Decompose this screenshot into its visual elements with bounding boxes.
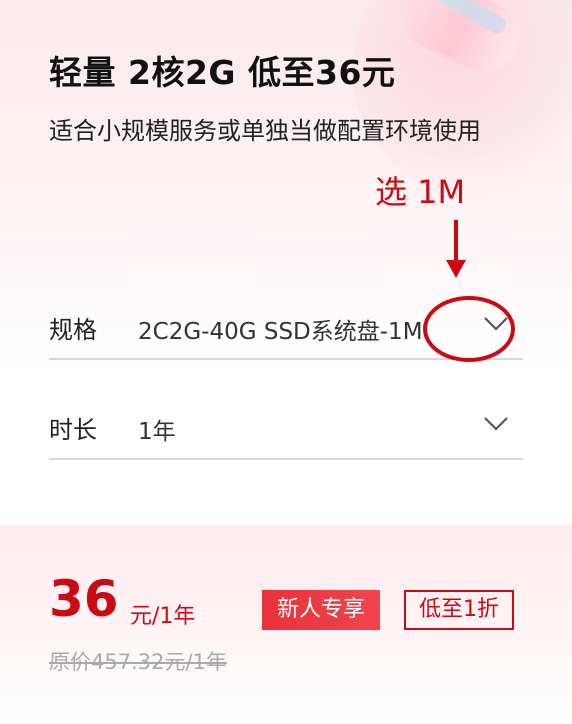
price-amount: 36	[49, 570, 119, 628]
annotation-label: 选 1M	[375, 173, 466, 211]
chevron-down-icon[interactable]	[483, 416, 509, 432]
product-description: 适合小规模服务或单独当做配置环境使用	[49, 117, 481, 145]
arrow-down-icon	[446, 220, 466, 278]
duration-select[interactable]: 时长 1年	[49, 396, 523, 460]
annotation-circle	[423, 296, 515, 362]
duration-label: 时长	[49, 416, 97, 444]
original-price: 原价457.32元/1年	[49, 650, 227, 674]
spec-label: 规格	[49, 316, 97, 344]
duration-value[interactable]: 1年	[138, 412, 463, 446]
spec-value[interactable]: 2C2G-40G SSD系统盘-1M	[138, 312, 463, 346]
price-unit: 元/1年	[130, 604, 196, 629]
new-user-badge: 新人专享	[262, 590, 380, 630]
product-title: 轻量 2核2G 低至36元	[49, 53, 396, 92]
discount-badge: 低至1折	[404, 590, 514, 630]
